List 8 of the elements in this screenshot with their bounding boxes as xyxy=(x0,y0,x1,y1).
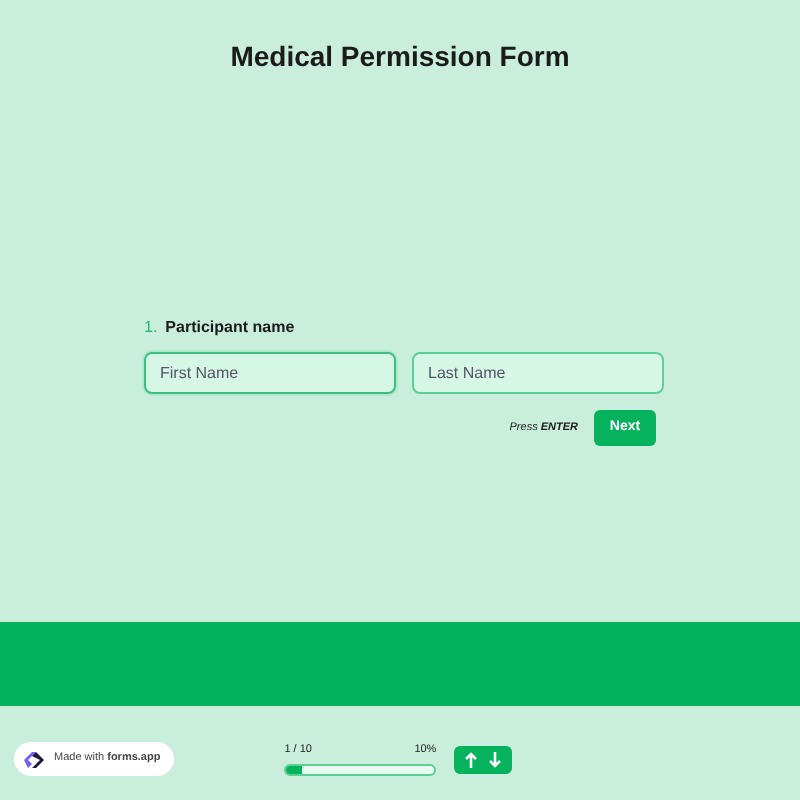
logo-icon xyxy=(22,749,46,769)
question-label: Participant name xyxy=(165,316,295,340)
text-field[interactable]: Last Name xyxy=(412,352,664,394)
question-number: 1. xyxy=(144,316,158,340)
arrow-down-icon[interactable] xyxy=(488,751,503,767)
text-field[interactable]: First Name xyxy=(144,352,396,394)
arrow-up-icon[interactable] xyxy=(464,751,479,767)
form-title: Medical Permission Form xyxy=(228,38,572,74)
